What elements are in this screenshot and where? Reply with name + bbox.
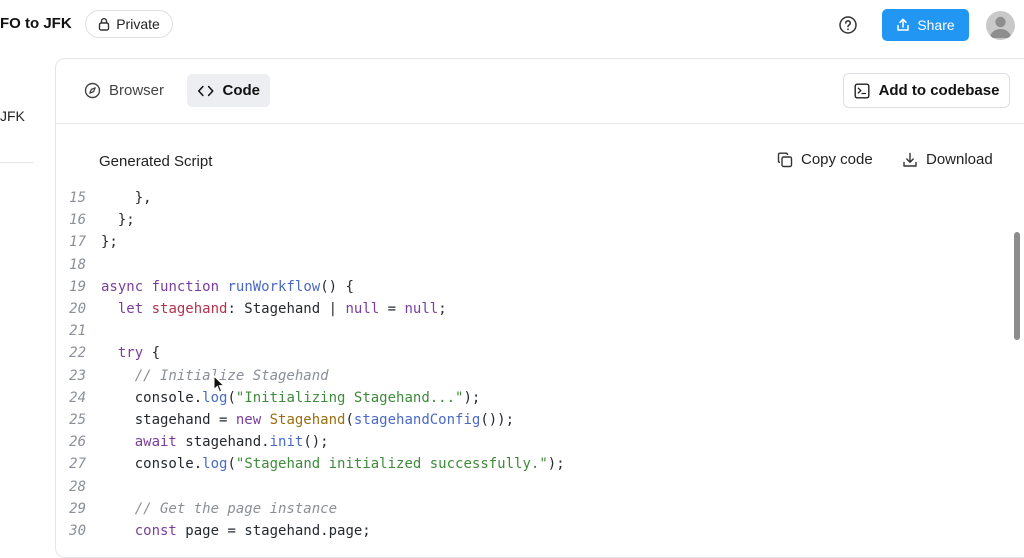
line-number: 28 (69, 478, 86, 495)
line-number: 17 (69, 234, 86, 251)
code-brackets-icon (197, 85, 214, 96)
share-label: Share (917, 17, 955, 33)
line-number: 15 (69, 190, 86, 206)
private-label: Private (116, 16, 160, 32)
code-text: console.log("Initializing Stagehand...")… (101, 389, 481, 406)
tab-code[interactable]: Code (187, 74, 270, 107)
line-number: 26 (69, 434, 86, 451)
sidebar-item-label[interactable]: JFK (0, 108, 25, 124)
copy-icon (777, 152, 793, 167)
script-title: Generated Script (99, 153, 213, 170)
add-to-codebase-button[interactable]: Add to codebase (843, 73, 1010, 108)
line-number: 27 (69, 456, 86, 473)
code-editor[interactable]: 15 }, 16 }; 17}; 18 19 async function runWork… (56, 187, 1024, 547)
code-text: try { (117, 345, 161, 362)
share-upload-icon (897, 18, 910, 31)
lock-icon (99, 18, 110, 31)
mouse-cursor-icon (213, 375, 225, 393)
code-text: stagehand = new Stagehand(stagehandConfi… (101, 412, 515, 428)
line-number: 25 (69, 412, 86, 428)
user-avatar-icon (990, 16, 1011, 38)
code-text: await stagehand.init(); (134, 434, 329, 451)
line-number: 20 (69, 301, 86, 317)
code-panel: Browser Code Add to codebase Generated S… (55, 58, 1024, 558)
tab-browser[interactable]: Browser (74, 74, 174, 107)
code-text: let stagehand: Stagehand | null = null; (117, 301, 447, 317)
avatar[interactable] (986, 11, 1015, 40)
download-label: Download (926, 151, 993, 168)
line-number: 16 (69, 212, 86, 229)
code-text: async function runWorkflow() { (101, 278, 354, 295)
help-icon (839, 16, 857, 34)
code-text: }, (101, 190, 152, 206)
add-to-codebase-label: Add to codebase (878, 82, 1000, 99)
panel-header: Browser Code Add to codebase (56, 59, 1024, 124)
line-number: 19 (69, 278, 86, 295)
line-number: 18 (69, 256, 86, 273)
code-text: console.log("Stagehand initialized succe… (101, 456, 565, 473)
private-visibility-button[interactable]: Private (85, 10, 173, 38)
code-text: }; (101, 212, 135, 229)
code-text: }; (101, 234, 118, 251)
download-icon (903, 152, 917, 167)
top-bar: FO to JFK Private Share (0, 0, 1024, 50)
line-number: 24 (69, 389, 86, 406)
download-button[interactable]: Download (902, 151, 993, 168)
line-number: 22 (69, 345, 86, 362)
help-button[interactable] (838, 15, 858, 35)
copy-code-label: Copy code (801, 151, 873, 168)
line-number: 23 (69, 367, 86, 384)
compass-icon (84, 82, 101, 99)
copy-code-button[interactable]: Copy code (777, 151, 873, 168)
tab-code-label: Code (222, 82, 261, 99)
scrollbar-thumb[interactable] (1014, 232, 1020, 340)
code-text: // Get the page instance (134, 500, 338, 517)
tab-browser-label: Browser (108, 82, 164, 99)
sidebar-divider (0, 162, 34, 163)
line-number: 30 (69, 523, 86, 539)
share-button[interactable]: Share (882, 9, 969, 41)
code-text: const page = stagehand.page; (134, 523, 371, 539)
line-number: 29 (69, 500, 86, 517)
line-number: 21 (69, 323, 86, 340)
page-title: FO to JFK (0, 15, 72, 32)
terminal-icon (854, 83, 870, 99)
